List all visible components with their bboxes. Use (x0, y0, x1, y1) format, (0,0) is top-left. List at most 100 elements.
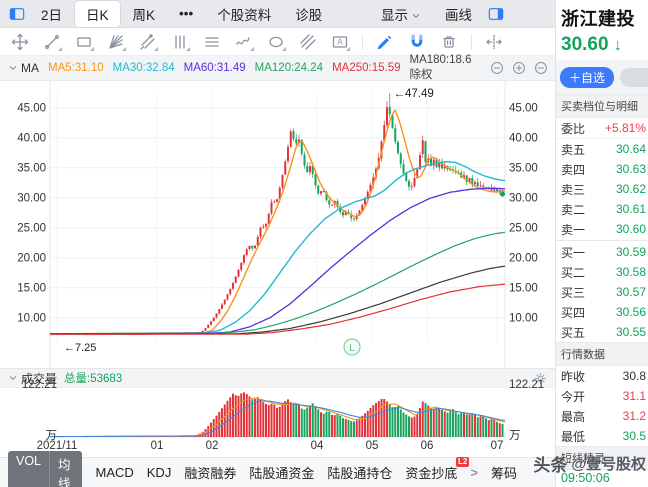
period-weekly-k[interactable]: 周K (122, 1, 167, 27)
toolbar-divider (362, 33, 363, 50)
bid-row-price: 30.59 (615, 245, 646, 259)
collapse-pane-icon[interactable] (534, 61, 548, 75)
dropdown-corner-icon (122, 46, 126, 51)
tab-vol[interactable]: VOL (8, 451, 49, 487)
ask-row-price: 30.61 (615, 202, 646, 216)
gann-fan-icon[interactable] (106, 32, 126, 52)
tab-chips[interactable]: 筹码 (491, 463, 517, 482)
weibi-row: 委比 +5.81% (556, 118, 648, 139)
svg-text:←7.25: ←7.25 (64, 342, 96, 354)
period-daily-k[interactable]: 日K (75, 0, 120, 27)
tab-northbound-funds[interactable]: 陆股通资金 (249, 463, 314, 482)
bid-row-label: 买一 (561, 245, 586, 260)
drawing-toolbar: A (0, 28, 555, 56)
ma-value-label-5: MA180:18.6除权 (409, 54, 472, 81)
ask-row: 卖一 30.60 (556, 219, 648, 239)
add-watchlist-button[interactable]: ＋自选 (560, 67, 615, 88)
zoom-in-icon[interactable] (512, 61, 526, 75)
panel-toggle-left-icon[interactable] (6, 3, 28, 25)
tab-northbound-holdings[interactable]: 陆股通持仓 (327, 463, 392, 482)
expand-horizontal-icon[interactable] (484, 32, 504, 52)
diagnose-stock[interactable]: 诊股 (284, 1, 333, 27)
draw-line-menu[interactable]: 画线 (434, 1, 483, 27)
ma-collapse-toggle[interactable]: MA (8, 61, 39, 75)
pencil-icon[interactable] (375, 32, 395, 52)
trash-icon[interactable] (439, 32, 459, 52)
bid-row: 买三 30.57 (556, 282, 648, 302)
ask-row-price: 30.64 (615, 142, 646, 156)
market-data-value: 30.8 (622, 369, 646, 383)
market-data-row: 昨收 30.8 (556, 366, 648, 386)
bid-ladder: 买一 30.59 买二 30.58 买三 30.57 买四 30.56 买五 30.55 (556, 242, 648, 342)
ma-value-label-3: MA120:24.24 (254, 62, 324, 74)
bid-row: 买一 30.59 (556, 242, 648, 262)
tab-margin-trading[interactable]: 融资融券 (184, 463, 236, 482)
tab-macd[interactable]: MACD (95, 465, 133, 480)
ask-row-label: 卖五 (561, 142, 586, 157)
trendline-icon[interactable] (42, 32, 62, 52)
rectangle-icon[interactable] (74, 32, 94, 52)
bid-row: 买四 30.56 (556, 302, 648, 322)
pitchfork-icon[interactable] (138, 32, 158, 52)
secondary-button-clipped[interactable] (620, 68, 648, 87)
ask-ladder: 卖五 30.64 卖四 30.63 卖三 30.62 卖二 30.61 卖一 30.60 (556, 139, 648, 239)
bid-row-label: 买三 (561, 285, 586, 300)
svg-text:25.00: 25.00 (509, 223, 538, 235)
market-data-rows: 昨收 30.8 今开 31.1 最高 31.2 最低 30.5 (556, 366, 648, 446)
text-label-icon[interactable]: A (330, 32, 350, 52)
bid-row: 买二 30.58 (556, 262, 648, 282)
svg-text:25.00: 25.00 (17, 223, 46, 235)
svg-text:45.00: 45.00 (17, 103, 46, 115)
main-candlestick-chart[interactable]: 45.00 45.00 40.00 40.00 35.00 35.00 30.00 30.00… (0, 81, 555, 368)
ask-row-label: 卖三 (561, 182, 586, 197)
bid-row-price: 30.55 (615, 325, 646, 339)
ma-value-label-1: MA30:32.84 (112, 62, 175, 74)
ma-value-label-0: MA5:31.10 (48, 62, 104, 74)
stock-name: 浙江建投 (561, 9, 635, 29)
ask-row: 卖三 30.62 (556, 179, 648, 199)
display-menu[interactable]: 显示 (370, 1, 432, 27)
x-axis-label: 06 (420, 440, 434, 452)
hatch-lines-icon[interactable] (298, 32, 318, 52)
ticker-time[interactable]: 09:50:06 (556, 470, 648, 486)
tab-kdj[interactable]: KDJ (147, 465, 172, 480)
zoom-out-icon[interactable] (490, 61, 504, 75)
tab-ma[interactable]: 均线 (49, 450, 82, 487)
move-icon[interactable] (10, 32, 30, 52)
market-data-label: 最低 (561, 429, 586, 444)
market-data-value: 31.1 (622, 389, 646, 403)
svg-text:A: A (337, 37, 343, 46)
market-data-label: 最高 (561, 409, 586, 424)
last-price: 30.60 ↓ (556, 31, 648, 56)
market-data-value: 31.2 (622, 409, 646, 423)
market-data-section-header: 行情数据 (556, 342, 648, 366)
last-price-value: 30.60 (561, 34, 609, 55)
volume-max-label-right: 122.21 (509, 379, 545, 391)
ellipse-icon[interactable] (266, 32, 286, 52)
panel-toggle-right-icon[interactable] (485, 3, 507, 25)
tab-fund-bottom-fishing[interactable]: 资金抄底 L2 (405, 457, 470, 482)
svg-text:10.00: 10.00 (17, 313, 46, 325)
period-2day[interactable]: 2日 (30, 1, 73, 27)
weibi-label: 委比 (561, 121, 586, 136)
volume-chart[interactable] (0, 389, 555, 438)
market-data-row: 最高 31.2 (556, 406, 648, 426)
wave-icon[interactable] (234, 32, 254, 52)
l2-badge: L2 (456, 457, 470, 467)
period-more[interactable]: ••• (168, 3, 204, 24)
svg-text:45.00: 45.00 (509, 103, 538, 115)
dropdown-corner-icon (186, 46, 190, 51)
volume-max-label-left: 122.21 (21, 379, 57, 391)
quote-side-panel: 浙江建投 30.60 ↓ ＋自选 买卖档位与明细 委比 +5.81% 卖五 30.… (555, 0, 648, 487)
fib-levels-icon[interactable] (202, 32, 222, 52)
stock-trading-app-window: 2日 日K 周K ••• 个股资料 诊股 显示 画线 A MA MA5:31.10 MA30:32… (0, 0, 648, 487)
ladder-divider (556, 240, 648, 241)
time-zones-icon[interactable] (170, 32, 190, 52)
svg-text:35.00: 35.00 (17, 163, 46, 175)
magnet-icon[interactable] (407, 32, 427, 52)
ma-indicator-header: MA MA5:31.10 MA30:32.84 MA60:31.49 MA120:24.… (0, 54, 569, 81)
ask-row: 卖二 30.61 (556, 199, 648, 219)
stock-info[interactable]: 个股资料 (206, 1, 282, 27)
tab-more[interactable]: > (470, 465, 478, 480)
svg-text:20.00: 20.00 (509, 253, 538, 265)
